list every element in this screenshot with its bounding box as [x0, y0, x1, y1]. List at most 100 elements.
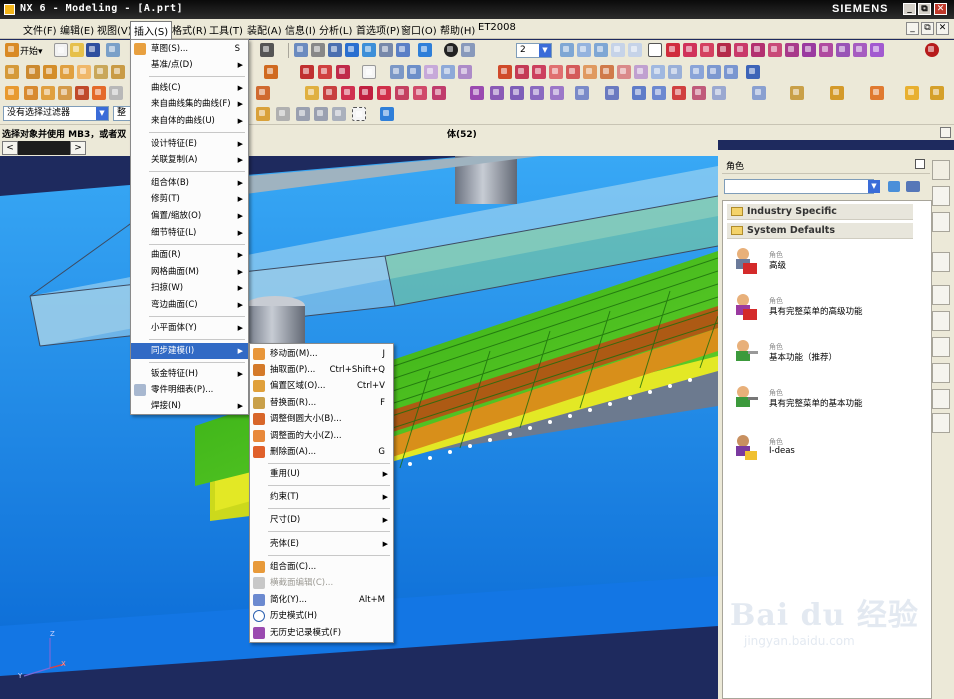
- assembly-navigator-tab[interactable]: [932, 160, 950, 180]
- blank-icon[interactable]: [260, 43, 274, 57]
- menu-edit[interactable]: 编辑(E): [57, 22, 97, 37]
- curve-fillet-icon[interactable]: [377, 86, 391, 100]
- section-curve-icon[interactable]: [605, 86, 619, 100]
- menu-item-group-face[interactable]: 组合面(C)...: [250, 559, 393, 575]
- curve-spline-icon[interactable]: [359, 86, 373, 100]
- emboss-icon[interactable]: [617, 65, 631, 79]
- menu-item-delete-face[interactable]: 删除面(A)... G: [250, 444, 393, 460]
- menu-item-curve-from-curves[interactable]: 来自曲线集的曲线(F) ▶: [131, 96, 248, 112]
- menu-analysis[interactable]: 分析(L): [316, 22, 355, 37]
- snap-point-icon[interactable]: [648, 43, 662, 57]
- doc-close-button[interactable]: ✕: [936, 22, 949, 35]
- deselect-icon[interactable]: [314, 107, 328, 121]
- menu-item-offset-scale[interactable]: 偏置/缩放(O) ▶: [131, 208, 248, 224]
- background-icon[interactable]: [461, 43, 475, 57]
- snap-mid-icon[interactable]: [683, 43, 697, 57]
- curve-offset-icon[interactable]: [413, 86, 427, 100]
- curve-trim-icon[interactable]: [510, 86, 524, 100]
- menu-preferences[interactable]: 首选项(P): [353, 22, 403, 37]
- snap-on-curve-icon[interactable]: [785, 43, 799, 57]
- snap-center-icon[interactable]: [734, 43, 748, 57]
- pattern-icon[interactable]: [498, 65, 512, 79]
- curve-join-icon[interactable]: [490, 86, 504, 100]
- patch-icon[interactable]: [583, 65, 597, 79]
- save-icon[interactable]: [86, 43, 100, 57]
- menu-item-reuse[interactable]: 重用(U) ▶: [250, 466, 393, 482]
- pan-icon[interactable]: [362, 43, 376, 57]
- menu-item-weld[interactable]: 焊接(N) ▶: [131, 398, 248, 414]
- group-system-defaults[interactable]: System Defaults: [727, 223, 913, 239]
- copy-to-layer-icon[interactable]: [594, 43, 608, 57]
- menu-item-pull-face[interactable]: 抽取面(P)... Ctrl+Shift+Q: [250, 362, 393, 378]
- pocket-icon[interactable]: [94, 65, 108, 79]
- role-advanced[interactable]: 角色 高级: [731, 246, 911, 280]
- list-options-icon[interactable]: [906, 181, 920, 192]
- snap-quadrant-icon[interactable]: [751, 43, 765, 57]
- text-curve-icon[interactable]: [712, 86, 726, 100]
- n-sided-icon[interactable]: [707, 65, 721, 79]
- roles-tab[interactable]: [932, 389, 950, 409]
- offset-face-icon[interactable]: [532, 65, 546, 79]
- history-tab[interactable]: [932, 285, 950, 305]
- swept-icon[interactable]: [746, 65, 760, 79]
- start-button[interactable]: 开始▾: [20, 44, 43, 57]
- manufacturing-wizard-tab[interactable]: [932, 363, 950, 383]
- curve-bridge-icon[interactable]: [470, 86, 484, 100]
- pin-icon[interactable]: [940, 127, 951, 138]
- menu-item-dimension[interactable]: 尺寸(D) ▶: [250, 512, 393, 528]
- through-curves-icon[interactable]: [870, 86, 884, 100]
- extract-curve-icon[interactable]: [652, 86, 666, 100]
- fill-surface-icon[interactable]: [690, 65, 704, 79]
- undo-icon[interactable]: [276, 107, 290, 121]
- quick-pick-icon[interactable]: [380, 107, 394, 121]
- menu-item-datum-point[interactable]: 基准/点(D) ▶: [131, 57, 248, 73]
- menu-item-optimize[interactable]: 简化(Y)... Alt+M: [250, 592, 393, 608]
- pin-icon[interactable]: [915, 159, 925, 169]
- menu-item-combine[interactable]: 组合体(B) ▶: [131, 175, 248, 191]
- chamfer-icon[interactable]: [300, 65, 314, 79]
- menu-item-offset-region[interactable]: 偏置区域(O)... Ctrl+V: [250, 378, 393, 394]
- mirror-icon[interactable]: [458, 65, 472, 79]
- offset-region-icon[interactable]: [41, 86, 55, 100]
- layer-visible-icon[interactable]: [611, 43, 625, 57]
- make-coplanar-icon[interactable]: [256, 86, 270, 100]
- pad-icon[interactable]: [111, 65, 125, 79]
- render-style-icon[interactable]: [444, 43, 458, 57]
- draft-icon[interactable]: [336, 65, 350, 79]
- minimize-button[interactable]: _: [903, 3, 916, 15]
- menu-item-mesh-surface[interactable]: 网格曲面(M) ▶: [131, 264, 248, 280]
- boss-icon[interactable]: [77, 65, 91, 79]
- helix-icon[interactable]: [692, 86, 706, 100]
- tab-prev-button[interactable]: <: [2, 141, 18, 155]
- snap-intersection-icon[interactable]: [717, 43, 731, 57]
- system-scene-tab[interactable]: [932, 413, 950, 433]
- menu-item-parts-list[interactable]: 零件明细表(P)...: [131, 382, 248, 398]
- menu-view[interactable]: 视图(V): [94, 22, 135, 37]
- iso-curve-icon[interactable]: [575, 86, 589, 100]
- law-curve-icon[interactable]: [752, 86, 766, 100]
- cut-icon[interactable]: [106, 43, 120, 57]
- selection-filter-dropdown[interactable]: 没有选择过滤器 ▼: [3, 106, 109, 121]
- open-folder-icon[interactable]: [70, 43, 84, 57]
- reuse-library-tab[interactable]: [932, 212, 950, 232]
- menu-item-curve-from-bodies[interactable]: 来自体的曲线(U) ▶: [131, 113, 248, 129]
- extrude-icon[interactable]: [26, 65, 40, 79]
- bridge-icon[interactable]: [668, 65, 682, 79]
- menu-insert[interactable]: 插入(S): [130, 21, 173, 40]
- zoom-icon[interactable]: [311, 43, 325, 57]
- move-face-icon[interactable]: [5, 86, 19, 100]
- snap-existing-icon[interactable]: [768, 43, 782, 57]
- delete-face-icon[interactable]: [92, 86, 106, 100]
- group-industry-specific[interactable]: Industry Specific: [727, 204, 913, 220]
- role-essentials-recommended[interactable]: 角色 基本功能（推荐）: [731, 338, 911, 372]
- role-essentials-full-menus[interactable]: 角色 具有完整菜单的基本功能: [731, 384, 911, 418]
- subtract-icon[interactable]: [390, 65, 404, 79]
- new-file-icon[interactable]: [54, 43, 68, 57]
- doc-minimize-button[interactable]: _: [906, 22, 919, 35]
- wrap-icon[interactable]: [634, 65, 648, 79]
- snap-control-icon[interactable]: [700, 43, 714, 57]
- menu-item-constrain[interactable]: 约束(T) ▶: [250, 489, 393, 505]
- select-all-icon[interactable]: [296, 107, 310, 121]
- menu-item-trim[interactable]: 修剪(T) ▶: [131, 191, 248, 207]
- unite-icon[interactable]: [362, 65, 376, 79]
